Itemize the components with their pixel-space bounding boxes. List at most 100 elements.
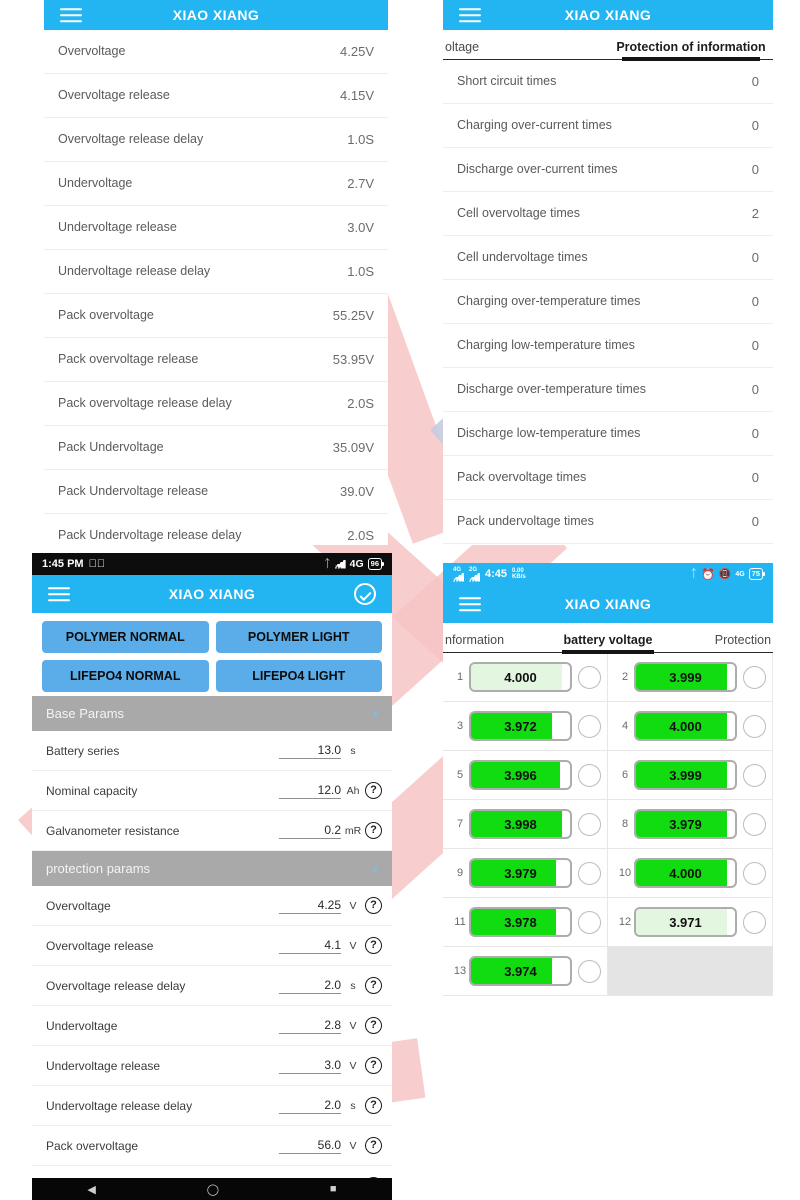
protection-row[interactable]: Discharge over-temperature times 0 (443, 368, 773, 412)
param-row[interactable]: Undervoltage release delay 2.0 s? (32, 1086, 392, 1126)
hamburger-icon[interactable] (60, 4, 82, 26)
help-icon[interactable]: ? (365, 1017, 382, 1034)
status-bar-bottom-left: 1:45 PM ♭⃠ ᛏ 4G 96 (32, 553, 392, 575)
cell-item[interactable]: 13 3.974 (443, 947, 608, 996)
param-value-input[interactable]: 2.0 (279, 978, 341, 994)
param-row[interactable]: Undervoltage 2.8 V? (32, 1006, 392, 1046)
cell-item[interactable]: 4 4.000 (608, 702, 773, 751)
tab-oltage[interactable]: oltage (443, 40, 609, 59)
param-unit: V (349, 899, 357, 912)
param-row[interactable]: Pack Undervoltage release delay 2.0S (44, 514, 388, 545)
help-icon[interactable]: ? (365, 977, 382, 994)
param-row[interactable]: Pack overvoltage release delay 2.0S (44, 382, 388, 426)
nav-back-icon[interactable]: ◀ (87, 1183, 95, 1196)
param-row[interactable]: Undervoltage release 3.0V (44, 206, 388, 250)
nav-home-icon[interactable]: ◯ (207, 1183, 219, 1196)
protection-row[interactable]: Discharge low-temperature times 0 (443, 412, 773, 456)
param-row[interactable]: Pack overvoltage release 53.95V (44, 338, 388, 382)
param-row[interactable]: Undervoltage 2.7V (44, 162, 388, 206)
status-time: 1:45 PM (42, 558, 84, 570)
cell-voltage-value: 3.978 (504, 914, 537, 930)
param-value-input[interactable]: 2.8 (279, 1018, 341, 1034)
cell-item[interactable]: 9 3.979 (443, 849, 608, 898)
protection-row[interactable]: Pack undervoltage times 0 (443, 500, 773, 544)
param-row[interactable]: Nominal capacity 12.0 Ah? (32, 771, 392, 811)
protection-row[interactable]: Cell overvoltage times 2 (443, 192, 773, 236)
param-unit: V (349, 1139, 357, 1152)
param-row[interactable]: Pack Undervoltage 35.09V (44, 426, 388, 470)
cell-item[interactable]: 10 4.000 (608, 849, 773, 898)
balance-indicator-icon (578, 861, 601, 885)
section-header[interactable]: Base Params › (32, 696, 392, 731)
tab-battery-voltage[interactable]: battery voltage (554, 633, 663, 654)
battery-type-button[interactable]: POLYMER NORMAL (42, 621, 209, 653)
nav-recents-icon[interactable]: ■ (330, 1183, 337, 1195)
protection-row[interactable]: Pack overvoltage times 0 (443, 456, 773, 500)
cell-item[interactable]: 8 3.979 (608, 800, 773, 849)
battery-type-button[interactable]: POLYMER LIGHT (215, 621, 382, 653)
cell-voltage-bar: 3.996 (469, 760, 572, 790)
battery-type-button[interactable]: LIFEPO4 LIGHT (215, 660, 382, 692)
protection-row[interactable]: Charging over-current times 0 (443, 104, 773, 148)
hamburger-icon[interactable] (459, 4, 481, 26)
cell-voltage-value: 3.998 (504, 816, 537, 832)
help-icon[interactable]: ? (365, 1097, 382, 1114)
cell-item[interactable]: 7 3.998 (443, 800, 608, 849)
tab-protection-of-information[interactable]: Protection of information (609, 40, 773, 61)
protection-row[interactable]: Short circuit times 0 (443, 60, 773, 104)
protection-row[interactable]: Charging over-temperature times 0 (443, 280, 773, 324)
row-value: 4.25V (340, 44, 374, 59)
param-value-input[interactable]: 2.0 (279, 1098, 341, 1114)
param-value-input[interactable]: 4.25 (279, 898, 341, 914)
cell-number: 8 (621, 818, 629, 830)
param-value-input[interactable]: 56.0 (279, 1138, 341, 1154)
tab-protection[interactable]: Protection (662, 633, 773, 652)
help-icon[interactable]: ? (365, 1057, 382, 1074)
cell-item[interactable]: 5 3.996 (443, 751, 608, 800)
hamburger-icon[interactable] (48, 583, 70, 605)
param-value-input[interactable]: 13.0 (279, 743, 341, 759)
param-row[interactable]: Overvoltage release delay 1.0S (44, 118, 388, 162)
protection-row[interactable]: Discharge over-current times 0 (443, 148, 773, 192)
check-circle-icon[interactable] (354, 583, 376, 605)
param-row[interactable]: Undervoltage release 3.0 V? (32, 1046, 392, 1086)
cell-item[interactable]: 2 3.999 (608, 653, 773, 702)
android-nav-bar: ◀ ◯ ■ (32, 1178, 392, 1200)
param-row[interactable]: Battery series 13.0 s (32, 731, 392, 771)
cell-number: 5 (456, 769, 464, 781)
cell-item[interactable]: 6 3.999 (608, 751, 773, 800)
row-label: Charging low-temperature times (457, 338, 635, 352)
help-icon[interactable]: ? (365, 897, 382, 914)
param-row[interactable]: Overvoltage release 4.15V (44, 74, 388, 118)
param-value-input[interactable]: 3.0 (279, 1058, 341, 1074)
battery-type-button[interactable]: LIFEPO4 NORMAL (42, 660, 209, 692)
param-row[interactable]: Pack overvoltage 56.0 V? (32, 1126, 392, 1166)
cell-item[interactable]: 11 3.978 (443, 898, 608, 947)
section-header[interactable]: protection params › (32, 851, 392, 886)
param-row[interactable]: Undervoltage release delay 1.0S (44, 250, 388, 294)
help-icon[interactable]: ? (365, 822, 382, 839)
protection-row[interactable]: Cell undervoltage times 0 (443, 236, 773, 280)
param-row[interactable]: Overvoltage 4.25V (44, 30, 388, 74)
hamburger-icon[interactable] (459, 593, 481, 615)
param-value-input[interactable]: 4.1 (279, 938, 341, 954)
cell-item[interactable]: 3 3.972 (443, 702, 608, 751)
param-row[interactable]: Galvanometer resistance 0.2 mR? (32, 811, 392, 851)
chevron-right-icon: › (373, 860, 378, 877)
param-row[interactable]: Pack overvoltage 55.25V (44, 294, 388, 338)
balance-indicator-icon (578, 665, 601, 689)
help-icon[interactable]: ? (365, 1137, 382, 1154)
param-row[interactable]: Overvoltage release 4.1 V? (32, 926, 392, 966)
help-icon[interactable]: ? (365, 937, 382, 954)
protection-row[interactable]: Charging low-temperature times 0 (443, 324, 773, 368)
help-icon[interactable]: ? (365, 782, 382, 799)
param-row[interactable]: Pack Undervoltage release 39.0V (44, 470, 388, 514)
cell-item[interactable]: 12 3.971 (608, 898, 773, 947)
param-value-input[interactable]: 12.0 (279, 783, 341, 799)
tab-nformation[interactable]: nformation (443, 633, 554, 652)
cell-item[interactable]: 1 4.000 (443, 653, 608, 702)
param-row[interactable]: Overvoltage 4.25 V? (32, 886, 392, 926)
cell-voltage-bar: 3.979 (469, 858, 572, 888)
param-value-input[interactable]: 0.2 (279, 823, 341, 839)
param-row[interactable]: Overvoltage release delay 2.0 s? (32, 966, 392, 1006)
